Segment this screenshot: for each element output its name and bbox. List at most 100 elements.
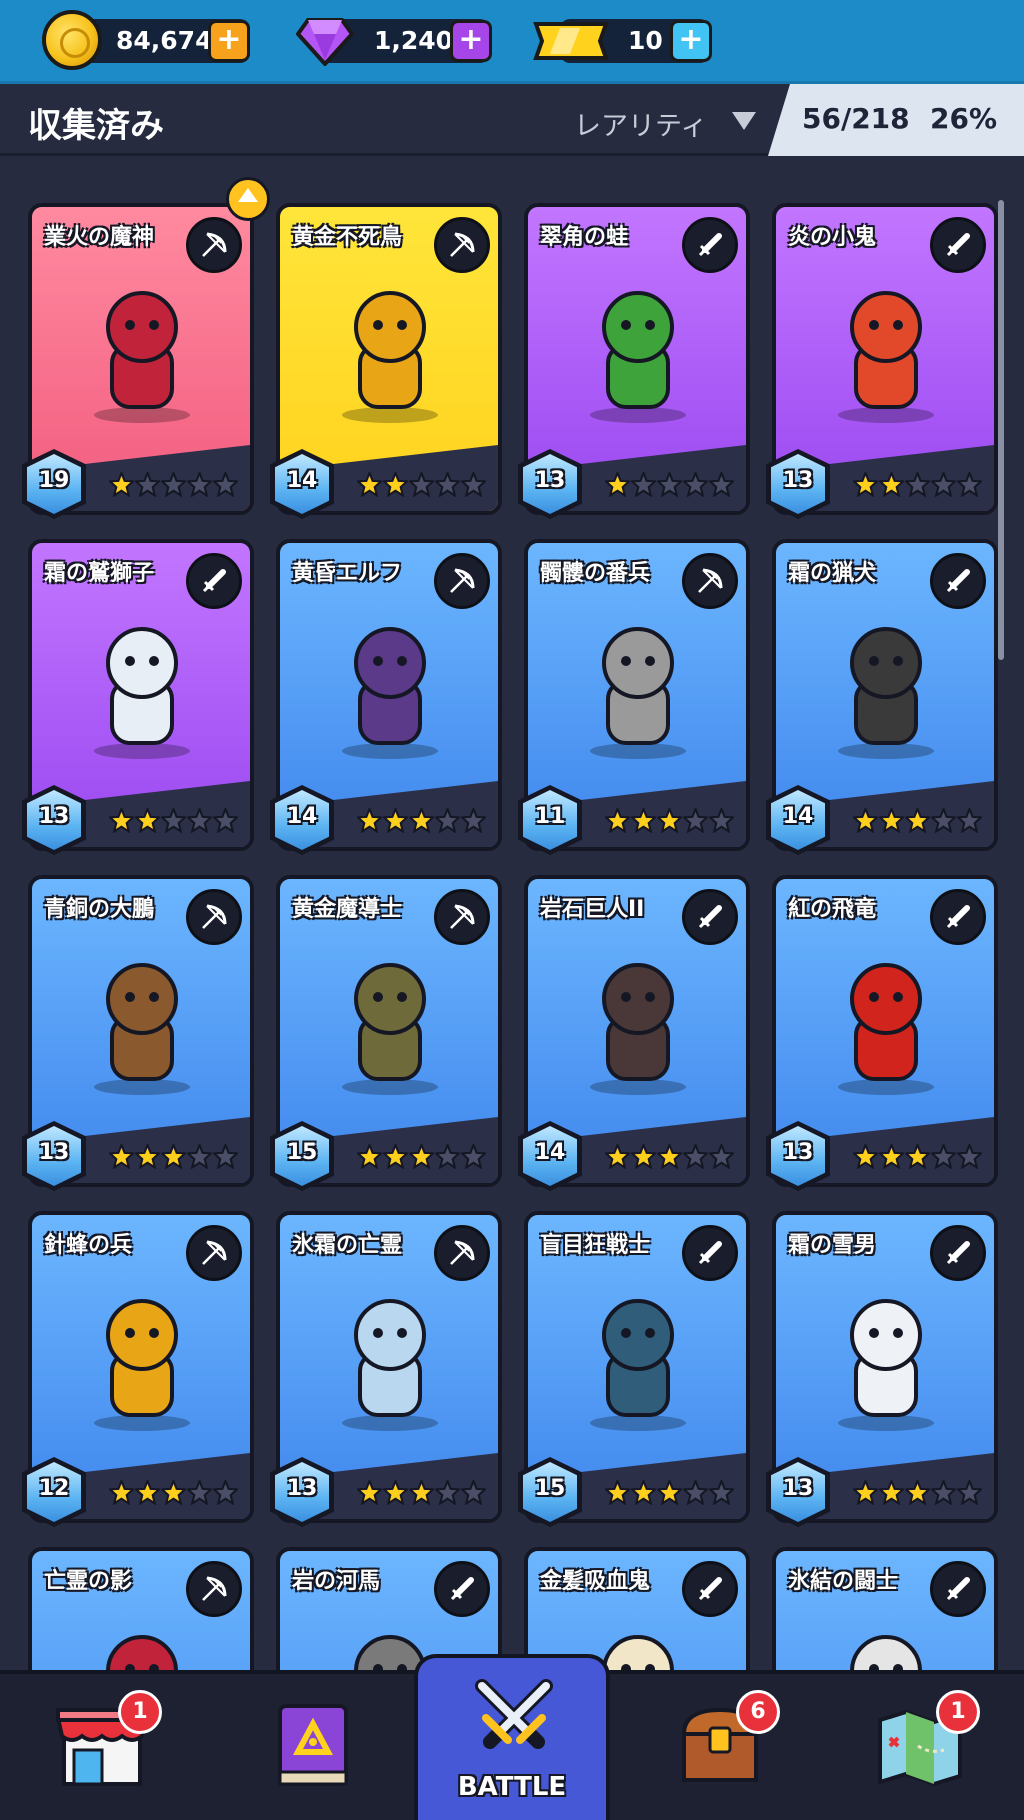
level-badge: 12 [22,1457,86,1527]
bow-icon [186,889,242,945]
nav-map[interactable]: 1 [870,1690,980,1804]
nav-spellbook[interactable] [262,1694,372,1804]
level-number: 13 [782,1476,814,1501]
star-empty-icon [187,1144,212,1169]
collection-header: 収集済み レアリティ 56/218 26% [0,84,1024,156]
bottom-navigation: 1 BATTLE 6 1 [0,1654,1024,1820]
hero-portrait [590,627,686,759]
star-empty-icon [709,808,734,833]
hero-card-grid[interactable]: 業火の魔神 19 黄金不死鳥 14 翠角の蛙 13 炎の小鬼 13 霜の鷲獅子 13 黄昏エルフ 14… [0,159,1024,1670]
hero-name: 紅の飛竜 [788,897,877,922]
hero-name: 氷結の闘士 [788,1569,899,1594]
hero-name: 青銅の大鵬 [44,897,155,922]
sword-icon [682,1561,738,1617]
scrollbar[interactable] [998,200,1004,660]
hero-name: 霜の猟犬 [788,561,877,586]
star-filled-icon [657,1144,682,1169]
level-badge: 14 [270,785,334,855]
star-empty-icon [435,808,460,833]
star-filled-icon [631,1144,656,1169]
level-number: 15 [286,1140,318,1165]
hero-portrait [838,1299,934,1431]
sword-icon [682,217,738,273]
star-empty-icon [957,808,982,833]
hero-portrait [850,1635,922,1670]
star-empty-icon [187,1480,212,1505]
spellbook-icon [278,1704,348,1786]
star-empty-icon [461,808,486,833]
page-title: 収集済み [28,106,164,146]
star-filled-icon [605,472,630,497]
level-badge: 15 [518,1457,582,1527]
sort-dropdown-label[interactable]: レアリティ [574,104,707,143]
star-empty-icon [461,1480,486,1505]
star-filled-icon [109,808,134,833]
star-filled-icon [605,808,630,833]
hero-name: 業火の魔神 [44,225,155,250]
star-rating [357,472,486,497]
hero-portrait [94,1299,190,1431]
hero-name: 針蜂の兵 [44,1233,133,1258]
bow-icon [434,217,490,273]
star-empty-icon [683,1480,708,1505]
hero-name: 金髪吸血鬼 [540,1569,651,1594]
level-badge: 13 [766,449,830,519]
star-filled-icon [657,1480,682,1505]
bow-icon [186,217,242,273]
star-rating [109,808,238,833]
star-filled-icon [383,472,408,497]
hero-portrait [838,627,934,759]
hero-card[interactable]: 岩の河馬 [276,1547,502,1670]
star-empty-icon [213,1144,238,1169]
hero-card[interactable]: 亡霊の影 [28,1547,254,1670]
bow-icon [434,1225,490,1281]
battle-button[interactable]: BATTLE [414,1654,610,1820]
star-empty-icon [709,1480,734,1505]
star-filled-icon [109,1144,134,1169]
star-empty-icon [957,1144,982,1169]
level-number: 14 [286,804,318,829]
star-filled-icon [357,808,382,833]
star-empty-icon [683,808,708,833]
hero-card[interactable]: 氷結の闘士 [772,1547,998,1670]
star-empty-icon [931,808,956,833]
hero-portrait [94,627,190,759]
star-rating [853,1480,982,1505]
star-rating [357,1144,486,1169]
hero-card[interactable]: 金髪吸血鬼 [524,1547,750,1670]
bow-icon [186,1561,242,1617]
star-empty-icon [213,1480,238,1505]
add-tickets-button[interactable]: + [670,20,712,62]
gem-amount: 1,240 [374,26,454,55]
level-number: 12 [38,1476,70,1501]
hero-portrait [94,291,190,423]
star-filled-icon [605,1480,630,1505]
sword-icon [682,1225,738,1281]
coin-amount: 84,674 [116,26,213,55]
star-filled-icon [357,1144,382,1169]
gem-icon [296,18,354,66]
star-empty-icon [435,1144,460,1169]
star-filled-icon [631,1480,656,1505]
hero-portrait [838,291,934,423]
star-empty-icon [709,472,734,497]
star-empty-icon [213,808,238,833]
hero-portrait [590,963,686,1095]
hero-name: 岩石巨人II [540,897,645,922]
currency-bar: 84,674 + 1,240 + 10 + [0,0,1024,84]
level-badge: 13 [766,1121,830,1191]
upgrade-arrow-icon[interactable] [226,177,270,221]
hero-portrait [590,1299,686,1431]
sword-icon [186,553,242,609]
add-gems-button[interactable]: + [450,20,492,62]
level-number: 13 [38,1140,70,1165]
nav-shop[interactable]: 1 [52,1690,162,1804]
star-filled-icon [409,1480,434,1505]
bow-icon [434,889,490,945]
chevron-down-icon[interactable] [732,112,756,130]
star-empty-icon [931,1144,956,1169]
star-rating [109,1480,238,1505]
add-coins-button[interactable]: + [208,20,250,62]
star-empty-icon [161,808,186,833]
nav-chest[interactable]: 6 [670,1690,780,1804]
